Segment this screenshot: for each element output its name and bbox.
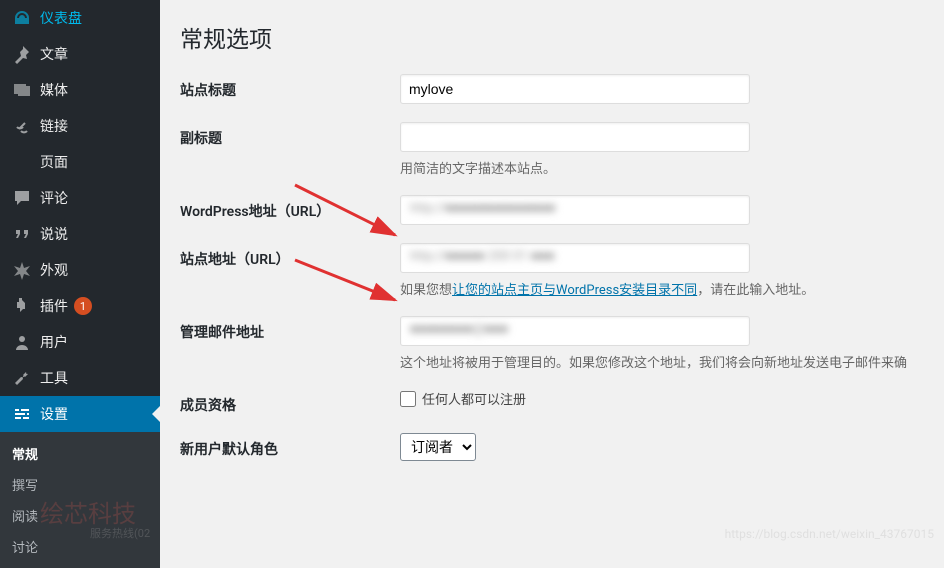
label-default-role: 新用户默认角色: [180, 433, 400, 459]
page-icon: [12, 152, 32, 172]
blurred-content: ■■■■■■■■@■■■: [410, 321, 508, 337]
admin-sidebar: 仪表盘 文章 媒体 链接 页面 评论 说说 外观 插件 1 用户 工具: [0, 0, 160, 549]
desc-tagline: 用简洁的文字描述本站点。: [400, 158, 924, 177]
sidebar-item-plugins[interactable]: 插件 1: [0, 288, 160, 324]
sidebar-item-shuoshuo[interactable]: 说说: [0, 216, 160, 252]
sidebar-item-pages[interactable]: 页面: [0, 144, 160, 180]
row-site-title: 站点标题: [180, 74, 924, 104]
appearance-icon: [12, 260, 32, 280]
checkbox-anyone-register[interactable]: [400, 391, 416, 407]
sidebar-item-users[interactable]: 用户: [0, 324, 160, 360]
select-default-role[interactable]: 订阅者: [400, 433, 476, 461]
media-icon: [12, 80, 32, 100]
sidebar-label: 用户: [40, 332, 68, 352]
pin-icon: [12, 44, 32, 64]
blurred-content: http://■■■■■■■■■■■■■■: [410, 200, 555, 216]
input-site-title[interactable]: [400, 74, 750, 104]
link-icon: [12, 116, 32, 136]
row-tagline: 副标题 用简洁的文字描述本站点。: [180, 122, 924, 177]
link-diff-dir[interactable]: 让您的站点主页与WordPress安装目录不同: [452, 283, 697, 298]
comment-icon: [12, 188, 32, 208]
label-site-title: 站点标题: [180, 74, 400, 100]
sidebar-label: 外观: [40, 260, 68, 280]
sidebar-label: 链接: [40, 116, 68, 136]
sidebar-label: 仪表盘: [40, 8, 82, 28]
row-membership: 成员资格 任何人都可以注册: [180, 389, 924, 415]
label-wp-url: WordPress地址（URL）: [180, 195, 400, 221]
submenu-writing[interactable]: 撰写: [0, 469, 160, 500]
submenu-general[interactable]: 常规: [0, 438, 160, 469]
main-content: 常规选项 站点标题 副标题 用简洁的文字描述本站点。 WordPress地址（U…: [160, 0, 944, 549]
sidebar-label: 工具: [40, 368, 68, 388]
page-title: 常规选项: [180, 20, 924, 54]
user-icon: [12, 332, 32, 352]
input-tagline[interactable]: [400, 122, 750, 152]
settings-icon: [12, 404, 32, 424]
plugin-icon: [12, 296, 32, 316]
sidebar-label: 页面: [40, 152, 68, 172]
sidebar-item-dashboard[interactable]: 仪表盘: [0, 0, 160, 36]
row-admin-email: 管理邮件地址 ■■■■■■■■@■■■ 这个地址将被用于管理目的。如果您修改这个…: [180, 316, 924, 371]
label-membership: 成员资格: [180, 389, 400, 415]
plugin-update-badge: 1: [74, 297, 92, 315]
sidebar-item-comments[interactable]: 评论: [0, 180, 160, 216]
sidebar-item-links[interactable]: 链接: [0, 108, 160, 144]
label-tagline: 副标题: [180, 122, 400, 148]
sidebar-label: 设置: [40, 404, 68, 424]
sidebar-item-media[interactable]: 媒体: [0, 72, 160, 108]
submenu-discussion[interactable]: 讨论: [0, 531, 160, 562]
quote-icon: [12, 224, 32, 244]
label-site-url: 站点地址（URL）: [180, 243, 400, 269]
membership-checkbox-label[interactable]: 任何人都可以注册: [400, 389, 924, 408]
row-default-role: 新用户默认角色 订阅者: [180, 433, 924, 461]
tool-icon: [12, 368, 32, 388]
label-admin-email: 管理邮件地址: [180, 316, 400, 342]
checkbox-text: 任何人都可以注册: [422, 389, 526, 408]
sidebar-item-settings[interactable]: 设置: [0, 396, 160, 432]
sidebar-label: 说说: [40, 224, 68, 244]
sidebar-label: 评论: [40, 188, 68, 208]
sidebar-item-appearance[interactable]: 外观: [0, 252, 160, 288]
dashboard-icon: [12, 8, 32, 28]
sidebar-item-tools[interactable]: 工具: [0, 360, 160, 396]
settings-submenu: 常规 撰写 阅读 讨论: [0, 432, 160, 568]
sidebar-label: 媒体: [40, 80, 68, 100]
desc-site-url: 如果您想让您的站点主页与WordPress安装目录不同，请在此输入地址。: [400, 279, 924, 298]
sidebar-item-posts[interactable]: 文章: [0, 36, 160, 72]
blurred-content: http://■■■■■ 200 01 ■■■: [410, 248, 554, 264]
sidebar-label: 文章: [40, 44, 68, 64]
desc-admin-email: 这个地址将被用于管理目的。如果您修改这个地址，我们将会向新地址发送电子邮件来确: [400, 352, 924, 371]
sidebar-label: 插件: [40, 296, 68, 316]
row-wp-url: WordPress地址（URL） http://■■■■■■■■■■■■■■: [180, 195, 924, 225]
submenu-reading[interactable]: 阅读: [0, 500, 160, 531]
row-site-url: 站点地址（URL） http://■■■■■ 200 01 ■■■ 如果您想让您…: [180, 243, 924, 298]
